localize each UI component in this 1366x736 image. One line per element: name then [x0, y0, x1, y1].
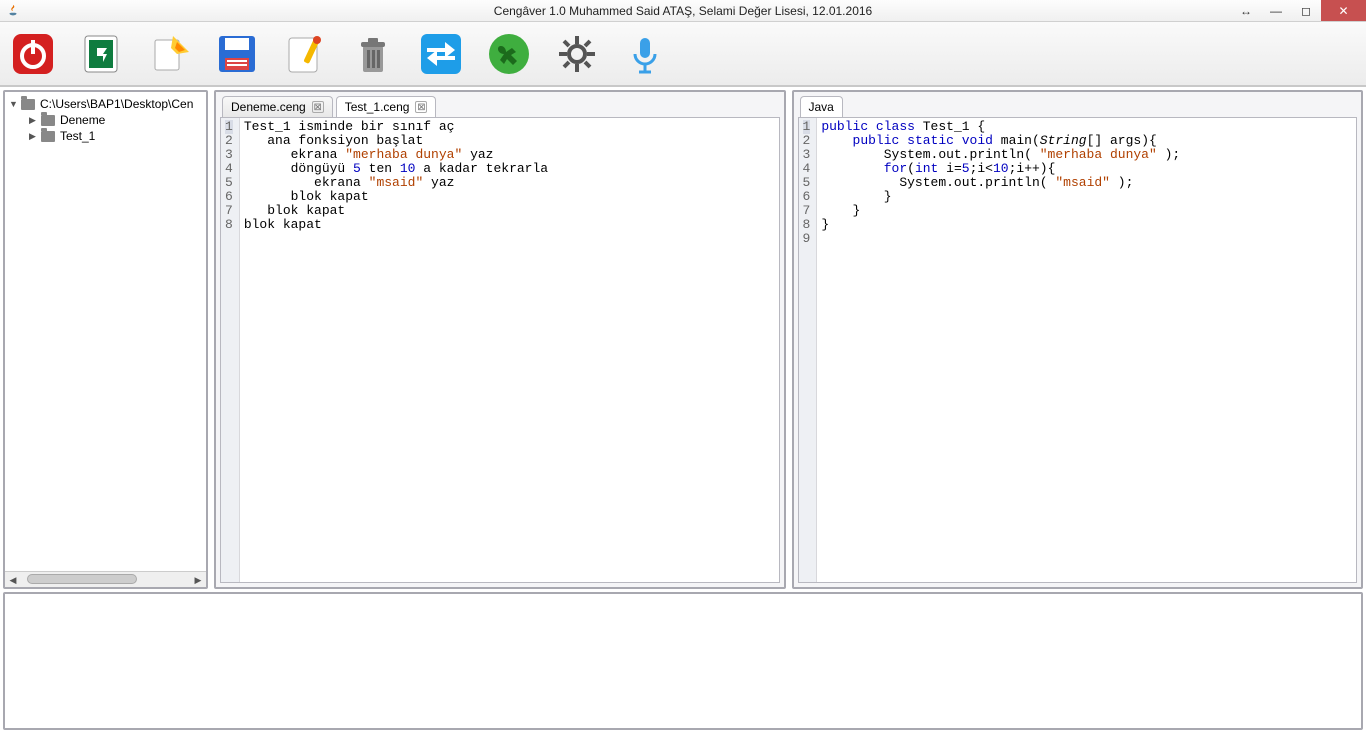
project-tree-panel: ▼ C:\Users\BAP1\Desktop\Cen ▶ Deneme ▶ T…: [3, 90, 208, 589]
tree-item[interactable]: ▶ Test_1: [9, 128, 202, 144]
scroll-thumb[interactable]: [27, 574, 137, 584]
right-code-editor[interactable]: 123456789 public class Test_1 { public s…: [798, 117, 1358, 583]
line-number-gutter: 123456789: [799, 118, 818, 582]
project-tree[interactable]: ▼ C:\Users\BAP1\Desktop\Cen ▶ Deneme ▶ T…: [5, 92, 206, 571]
settings-button[interactable]: [552, 29, 602, 79]
right-tab-bar: Java: [794, 92, 1362, 117]
scroll-left-icon[interactable]: ◀: [5, 572, 21, 588]
java-icon: [6, 4, 20, 18]
tree-toggle-icon[interactable]: ▼: [9, 99, 19, 109]
minimize-button[interactable]: —: [1261, 0, 1291, 21]
close-button[interactable]: ✕: [1321, 0, 1366, 21]
save-button[interactable]: [212, 29, 262, 79]
left-tab-bar: Deneme.ceng ⊠ Test_1.ceng ⊠: [216, 92, 784, 117]
main-area: ▼ C:\Users\BAP1\Desktop\Cen ▶ Deneme ▶ T…: [0, 86, 1366, 592]
tree-root[interactable]: ▼ C:\Users\BAP1\Desktop\Cen: [9, 96, 202, 112]
tree-hscrollbar[interactable]: ◀ ▶: [5, 571, 206, 587]
tree-item-label: Test_1: [60, 129, 95, 143]
left-editor-pane: Deneme.ceng ⊠ Test_1.ceng ⊠ 12345678 Tes…: [214, 90, 786, 589]
tab-close-icon[interactable]: ⊠: [415, 101, 427, 113]
run-button[interactable]: [484, 29, 534, 79]
tree-item[interactable]: ▶ Deneme: [9, 112, 202, 128]
tab-label: Deneme.ceng: [231, 100, 306, 114]
title-bar: Cengâver 1.0 Muhammed Said ATAŞ, Selami …: [0, 0, 1366, 22]
project-button[interactable]: [76, 29, 126, 79]
folder-icon: [21, 99, 35, 110]
tab-test1[interactable]: Test_1.ceng ⊠: [336, 96, 437, 117]
tree-item-label: Deneme: [60, 113, 105, 127]
tree-toggle-icon[interactable]: ▶: [29, 115, 39, 126]
tree-toggle-icon[interactable]: ▶: [29, 131, 39, 142]
tree-root-label: C:\Users\BAP1\Desktop\Cen: [40, 97, 193, 111]
delete-button[interactable]: [348, 29, 398, 79]
code-content[interactable]: Test_1 isminde bir sınıf aç ana fonksiyo…: [240, 118, 779, 582]
right-editor-pane: Java 123456789 public class Test_1 { pub…: [792, 90, 1364, 589]
power-button[interactable]: [8, 29, 58, 79]
left-code-editor[interactable]: 12345678 Test_1 isminde bir sınıf aç ana…: [220, 117, 780, 583]
edit-button[interactable]: [280, 29, 330, 79]
tab-close-icon[interactable]: ⊠: [312, 101, 324, 113]
tab-label: Java: [809, 100, 834, 114]
maximize-button[interactable]: ◻: [1291, 0, 1321, 21]
console-panel[interactable]: [3, 592, 1363, 730]
swap-button[interactable]: [416, 29, 466, 79]
code-content[interactable]: public class Test_1 { public static void…: [817, 118, 1356, 582]
tab-deneme[interactable]: Deneme.ceng ⊠: [222, 96, 333, 117]
tab-label: Test_1.ceng: [345, 100, 410, 114]
window-controls: ↔ — ◻ ✕: [1231, 0, 1366, 21]
new-file-button[interactable]: [144, 29, 194, 79]
window-title: Cengâver 1.0 Muhammed Said ATAŞ, Selami …: [494, 4, 872, 18]
folder-icon: [41, 131, 55, 142]
resize-handle-icon[interactable]: ↔: [1231, 0, 1261, 21]
folder-icon: [41, 115, 55, 126]
line-number-gutter: 12345678: [221, 118, 240, 582]
microphone-button[interactable]: [620, 29, 670, 79]
tab-java[interactable]: Java: [800, 96, 843, 117]
main-toolbar: [0, 22, 1366, 86]
scroll-right-icon[interactable]: ▶: [190, 572, 206, 588]
